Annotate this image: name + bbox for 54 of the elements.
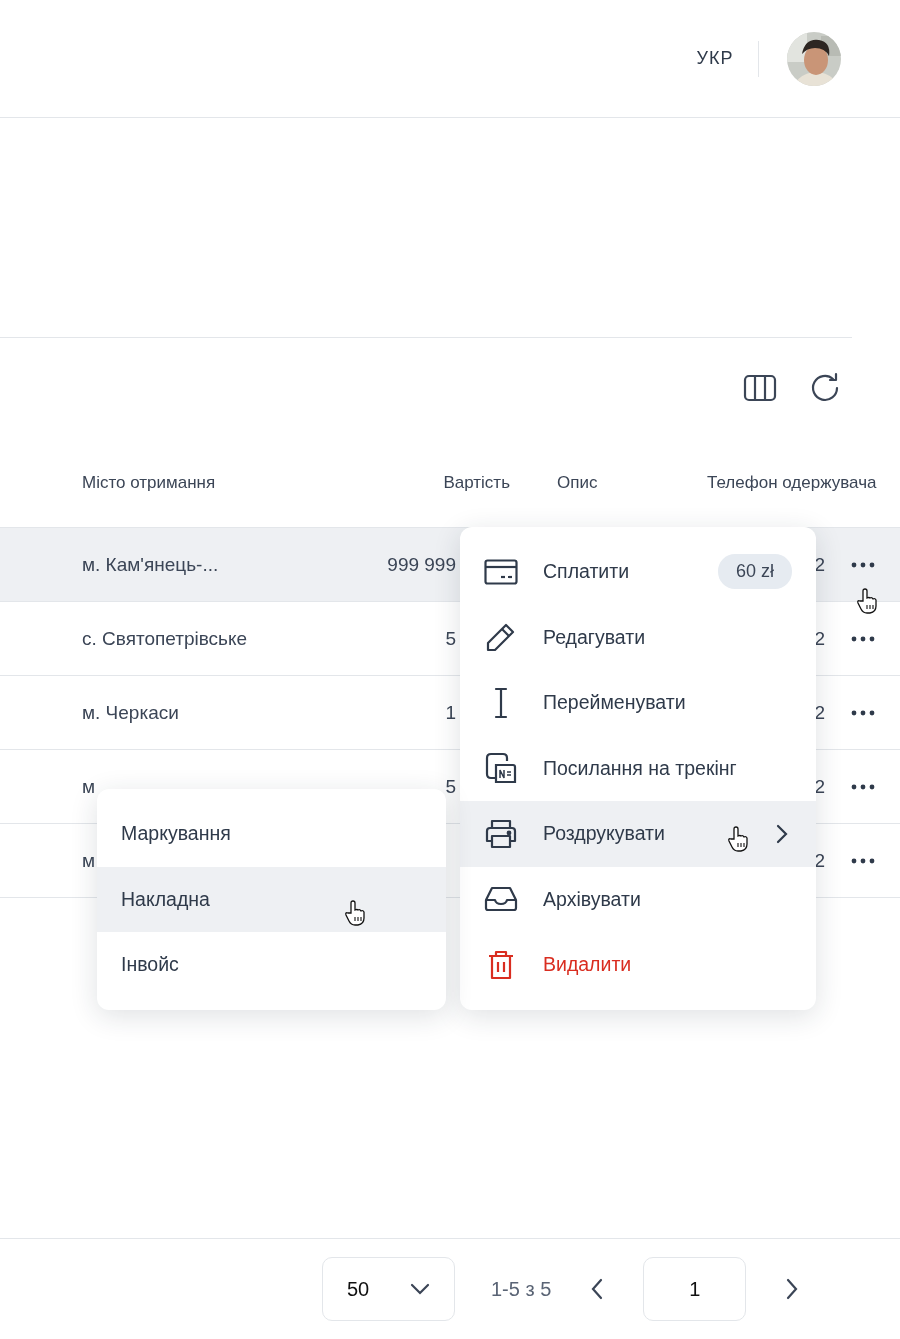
table-cell: с. Святопетрівське bbox=[82, 627, 248, 649]
printer-icon bbox=[484, 818, 518, 849]
table-cell: м bbox=[82, 775, 96, 797]
table-cell: 2 bbox=[814, 627, 825, 649]
pointer-cursor-icon bbox=[727, 826, 749, 852]
menu-item[interactable]: Видалити bbox=[460, 932, 816, 998]
tracking-number-icon bbox=[485, 752, 517, 785]
more-icon[interactable] bbox=[851, 709, 875, 716]
inbox-icon bbox=[484, 886, 518, 913]
more-icon[interactable] bbox=[851, 857, 875, 864]
trash-icon bbox=[487, 948, 515, 981]
table-cell: 5 bbox=[445, 775, 456, 797]
pointer-cursor-icon bbox=[856, 588, 878, 614]
menu-item[interactable]: Накладна bbox=[97, 866, 446, 932]
column-header: Місто отримання bbox=[82, 472, 217, 493]
refresh-icon[interactable] bbox=[809, 372, 841, 404]
menu-item[interactable]: Роздрукувати bbox=[460, 801, 816, 867]
table-cell: 2 bbox=[814, 553, 825, 575]
card-icon bbox=[484, 558, 518, 585]
menu-item[interactable]: Редагувати bbox=[460, 604, 816, 670]
more-icon[interactable] bbox=[851, 783, 875, 790]
menu-item[interactable]: Маркування bbox=[97, 801, 446, 867]
page-number-field[interactable]: 1 bbox=[643, 1257, 747, 1321]
table-cell: 2 bbox=[814, 849, 825, 871]
table-cell: м bbox=[82, 849, 96, 871]
pointer-cursor-icon bbox=[344, 900, 366, 926]
menu-item[interactable]: Інвойс bbox=[97, 932, 446, 998]
previous-page-icon[interactable] bbox=[591, 1278, 604, 1300]
columns-icon[interactable] bbox=[743, 374, 777, 402]
price-badge: 60 zł bbox=[717, 554, 792, 590]
column-header: Вартість bbox=[442, 472, 510, 493]
table-cell: 2 bbox=[814, 701, 825, 723]
column-header: Опис bbox=[557, 472, 599, 493]
pencil-icon bbox=[485, 621, 517, 654]
table-cell: 2 bbox=[814, 775, 825, 797]
table-cell: 1 bbox=[445, 701, 456, 723]
menu-item[interactable]: Посилання на трекінг bbox=[460, 735, 816, 801]
language-button[interactable]: УКР bbox=[696, 48, 734, 69]
more-icon[interactable] bbox=[851, 635, 875, 642]
table-cell: м. Черкаси bbox=[82, 701, 179, 723]
page-range: 1-5 з 5 bbox=[491, 1277, 552, 1301]
text-cursor-icon bbox=[494, 686, 508, 719]
menu-item[interactable]: Перейменувати bbox=[460, 670, 816, 736]
more-icon[interactable] bbox=[851, 561, 875, 568]
menu-item[interactable]: Сплатити 60 zł bbox=[460, 539, 816, 605]
table-cell: м. Кам'янець-... bbox=[82, 553, 219, 575]
next-page-icon[interactable] bbox=[786, 1278, 799, 1300]
table-cell: 999 999 bbox=[387, 553, 456, 575]
chevron-down-icon bbox=[410, 1283, 430, 1295]
table-cell: 5 bbox=[445, 627, 456, 649]
page-size-select[interactable]: 50 bbox=[322, 1257, 455, 1321]
chevron-right-icon bbox=[776, 823, 788, 844]
menu-item[interactable]: Архівувати bbox=[460, 866, 816, 932]
column-header: Телефон одержувача bbox=[707, 472, 877, 493]
